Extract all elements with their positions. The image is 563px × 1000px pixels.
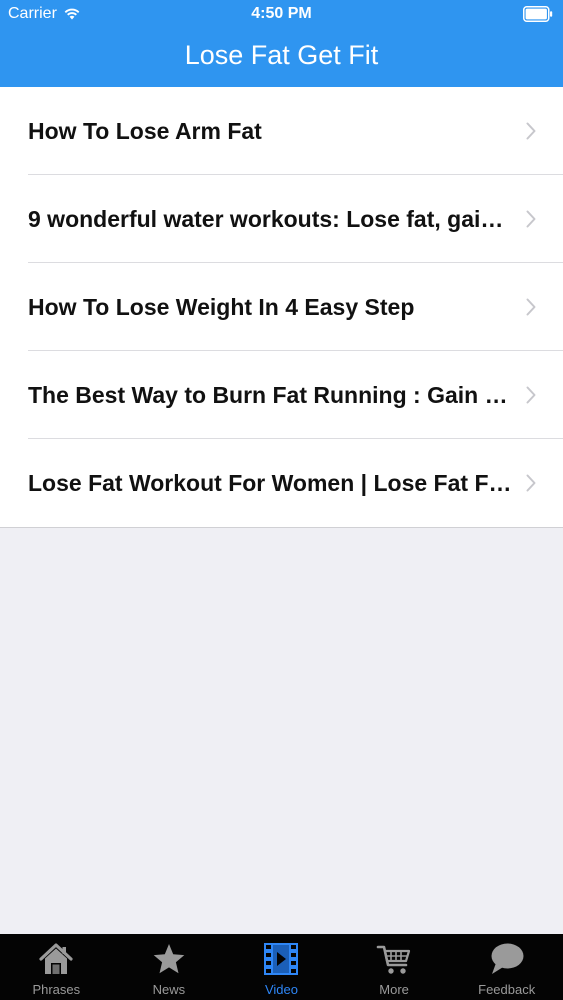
tab-label: Video	[264, 982, 298, 997]
chevron-right-icon	[526, 474, 536, 492]
star-icon	[153, 944, 185, 974]
page-title: Lose Fat Get Fit	[184, 40, 379, 70]
tab-label: News	[152, 982, 186, 997]
list-item-title: Lose Fat Workout For Women | Lose Fat Fa…	[28, 470, 513, 496]
list-item-title: 9 wonderful water workouts: Lose fat, ga…	[28, 206, 513, 232]
list-item-title: How To Lose Arm Fat	[28, 118, 262, 144]
tab-bar: Phrases News Video More Feedback	[0, 934, 563, 1000]
list-item[interactable]: How To Lose Arm Fat	[0, 87, 563, 175]
list-item[interactable]: The Best Way to Burn Fat Running : Gain …	[0, 351, 563, 439]
chevron-right-icon	[526, 122, 536, 140]
tab-more[interactable]: More	[338, 934, 451, 1000]
chat-bubble-icon	[491, 943, 524, 974]
tab-phrases[interactable]: Phrases	[0, 934, 113, 1000]
battery-icon	[523, 6, 553, 22]
list-item-title: How To Lose Weight In 4 Easy Step	[28, 294, 415, 320]
list-item[interactable]: How To Lose Weight In 4 Easy Step	[0, 263, 563, 351]
tab-label: Phrases	[32, 982, 81, 997]
list-item[interactable]: 9 wonderful water workouts: Lose fat, ga…	[0, 175, 563, 263]
navigation-bar: Carrier 4:50 PM Lose Fat Get Fit	[0, 0, 563, 87]
video-list: How To Lose Arm Fat 9 wonderful water wo…	[0, 87, 563, 528]
tab-label: Feedback	[478, 982, 536, 997]
tab-label: More	[379, 982, 409, 997]
tab-video[interactable]: Video	[225, 934, 338, 1000]
film-icon	[264, 943, 299, 975]
list-item[interactable]: Lose Fat Workout For Women | Lose Fat Fa…	[0, 439, 563, 527]
list-item-title: The Best Way to Burn Fat Running : Gain …	[28, 382, 513, 408]
tab-news[interactable]: News	[113, 934, 226, 1000]
status-bar: Carrier 4:50 PM	[0, 0, 563, 30]
chevron-right-icon	[526, 210, 536, 228]
status-time: 4:50 PM	[251, 5, 312, 22]
cart-icon	[376, 945, 411, 974]
chevron-right-icon	[526, 298, 536, 316]
chevron-right-icon	[526, 386, 536, 404]
tab-feedback[interactable]: Feedback	[450, 934, 563, 1000]
house-icon	[39, 943, 73, 974]
